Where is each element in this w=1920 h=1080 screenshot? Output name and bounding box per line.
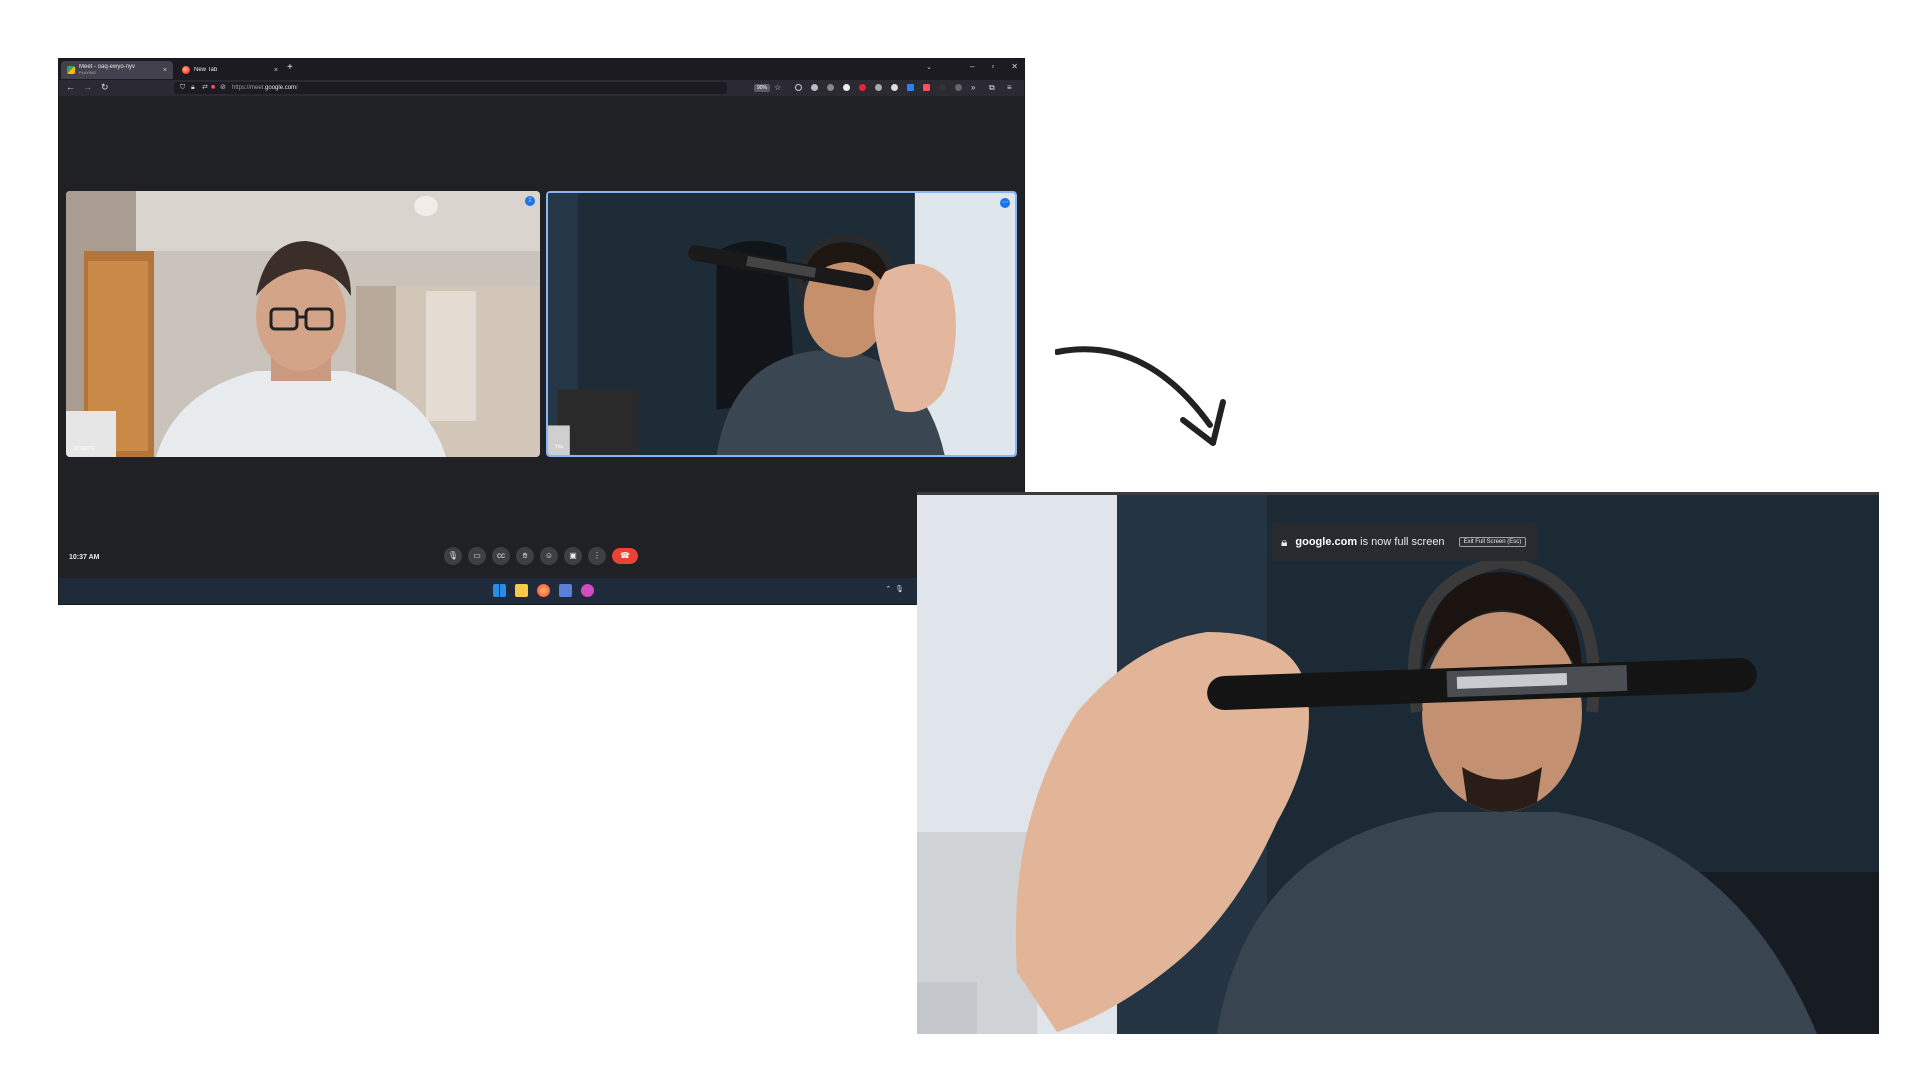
back-icon[interactable]: ← <box>66 82 75 93</box>
captions-icon[interactable]: cc <box>492 547 510 565</box>
audio-indicator-icon: ⁞⁞ <box>525 196 535 206</box>
more-options-icon[interactable]: ⋯ <box>1000 198 1010 208</box>
microphone-icon[interactable]: 🎙︎ <box>444 547 462 565</box>
windows-start-icon[interactable] <box>493 584 506 597</box>
present-icon[interactable]: ▣ <box>564 547 582 565</box>
navigation-bar: ← → ↻ ⛉ 🔒︎ ⇄ ■ ⊘ https://meet.google.com… <box>59 80 1024 96</box>
firefox-icon[interactable] <box>537 584 550 597</box>
extension-icon[interactable] <box>907 84 914 91</box>
participant-tile-you[interactable]: You ⋯ <box>546 191 1017 457</box>
notice-message: is now full screen <box>1357 536 1445 548</box>
tab-subtitle: PLAYING <box>79 70 97 75</box>
windows-taskbar: ⌃ 🎙︎ <box>59 578 1024 604</box>
participant-video <box>548 193 1015 455</box>
participant-name: You <box>555 444 564 450</box>
address-bar[interactable]: ⛉ 🔒︎ ⇄ ■ ⊘ https://meet.google.com/ 90% … <box>174 82 781 94</box>
extension-icon[interactable] <box>891 84 898 91</box>
url-text: https://meet.google.com/ <box>232 83 298 93</box>
app-icon[interactable] <box>559 584 572 597</box>
permissions-icon[interactable]: ⇄ <box>202 82 208 94</box>
zoom-badge[interactable]: 90% <box>754 84 770 92</box>
lock-icon[interactable]: 🔒︎ <box>191 82 195 94</box>
tab-title: New Tab <box>194 67 218 73</box>
app-icon[interactable] <box>581 584 594 597</box>
system-tray-icon[interactable]: ⌃ 🎙︎ <box>885 585 904 593</box>
tab-new-tab[interactable]: New Tab × <box>176 61 284 79</box>
google-meet-icon <box>67 66 75 74</box>
meet-stage: JOSEFFE ⁞⁞ You ⋯ 10:37 AM 🎙︎ ▭ cc ✋︎ ☺ ▣… <box>59 96 1024 566</box>
bookmark-star-icon[interactable]: ☆ <box>774 82 781 94</box>
extension-icon[interactable] <box>875 84 882 91</box>
browser-window: Meet - oaq-ewyo-nyv PLAYING × New Tab × … <box>59 59 1024 604</box>
close-window-icon[interactable]: ✕ <box>1011 62 1018 71</box>
emoji-icon[interactable]: ☺ <box>540 547 558 565</box>
participant-video <box>66 191 540 457</box>
close-tab-icon[interactable]: × <box>163 67 167 74</box>
extension-icon[interactable] <box>939 84 946 91</box>
extension-icon[interactable] <box>827 84 834 91</box>
meeting-controls: 🎙︎ ▭ cc ✋︎ ☺ ▣ ⋮ ☎︎ <box>444 547 638 565</box>
notice-domain: google.com <box>1295 536 1358 548</box>
hang-up-button[interactable]: ☎︎ <box>612 548 638 564</box>
extension-icon[interactable] <box>955 84 962 91</box>
url-prefix: https://meet. <box>232 85 266 91</box>
mic-permission-icon[interactable]: ⊘ <box>220 82 226 94</box>
transition-arrow-icon <box>1055 346 1226 446</box>
chevron-down-icon[interactable]: ⌄ <box>926 63 932 71</box>
participant-video <box>917 492 1879 1034</box>
fullscreen-notice-text: google.com is now full screen <box>1295 536 1444 548</box>
extension-icon[interactable] <box>843 84 850 91</box>
shield-icon[interactable]: ⛉ <box>180 82 185 94</box>
fullscreen-video: 🔒︎ google.com is now full screen Exit Fu… <box>917 492 1879 1034</box>
tab-meet[interactable]: Meet - oaq-ewyo-nyv PLAYING × <box>61 61 173 79</box>
reload-icon[interactable]: ↻ <box>101 82 109 93</box>
extension-icon[interactable] <box>923 84 930 91</box>
tab-bar: Meet - oaq-ewyo-nyv PLAYING × New Tab × … <box>59 59 1024 80</box>
new-tab-icon[interactable]: + <box>287 62 293 73</box>
firefox-icon <box>182 66 190 74</box>
extension-icon[interactable] <box>811 84 818 91</box>
extensions-puzzle-icon[interactable]: ⧉ <box>989 82 995 93</box>
camera-permission-icon[interactable]: ■ <box>211 82 215 94</box>
fullscreen-top-edge <box>917 492 1879 495</box>
menu-icon[interactable]: ≡ <box>1007 82 1012 93</box>
url-domain: google.com <box>265 85 297 91</box>
file-explorer-icon[interactable] <box>515 584 528 597</box>
lock-icon: 🔒︎ <box>1281 534 1288 549</box>
extension-icon[interactable] <box>859 84 866 91</box>
close-tab-icon[interactable]: × <box>274 67 278 74</box>
raise-hand-icon[interactable]: ✋︎ <box>516 547 534 565</box>
camera-icon[interactable]: ▭ <box>468 547 486 565</box>
pocket-icon[interactable] <box>795 84 802 91</box>
participant-name: JOSEFFE <box>73 446 96 452</box>
forward-icon[interactable]: → <box>83 82 92 93</box>
overflow-icon[interactable]: » <box>971 82 975 93</box>
fullscreen-notice: 🔒︎ google.com is now full screen Exit Fu… <box>1271 523 1537 561</box>
maximize-icon[interactable]: ▫ <box>991 62 994 71</box>
url-suffix: / <box>296 85 298 91</box>
meeting-time: 10:37 AM <box>69 554 100 561</box>
participant-tile-joseffe[interactable]: JOSEFFE ⁞⁞ <box>66 191 540 457</box>
more-options-icon[interactable]: ⋮ <box>588 547 606 565</box>
minimize-icon[interactable]: – <box>970 62 974 71</box>
exit-fullscreen-button[interactable]: Exit Full Screen (Esc) <box>1458 537 1527 547</box>
